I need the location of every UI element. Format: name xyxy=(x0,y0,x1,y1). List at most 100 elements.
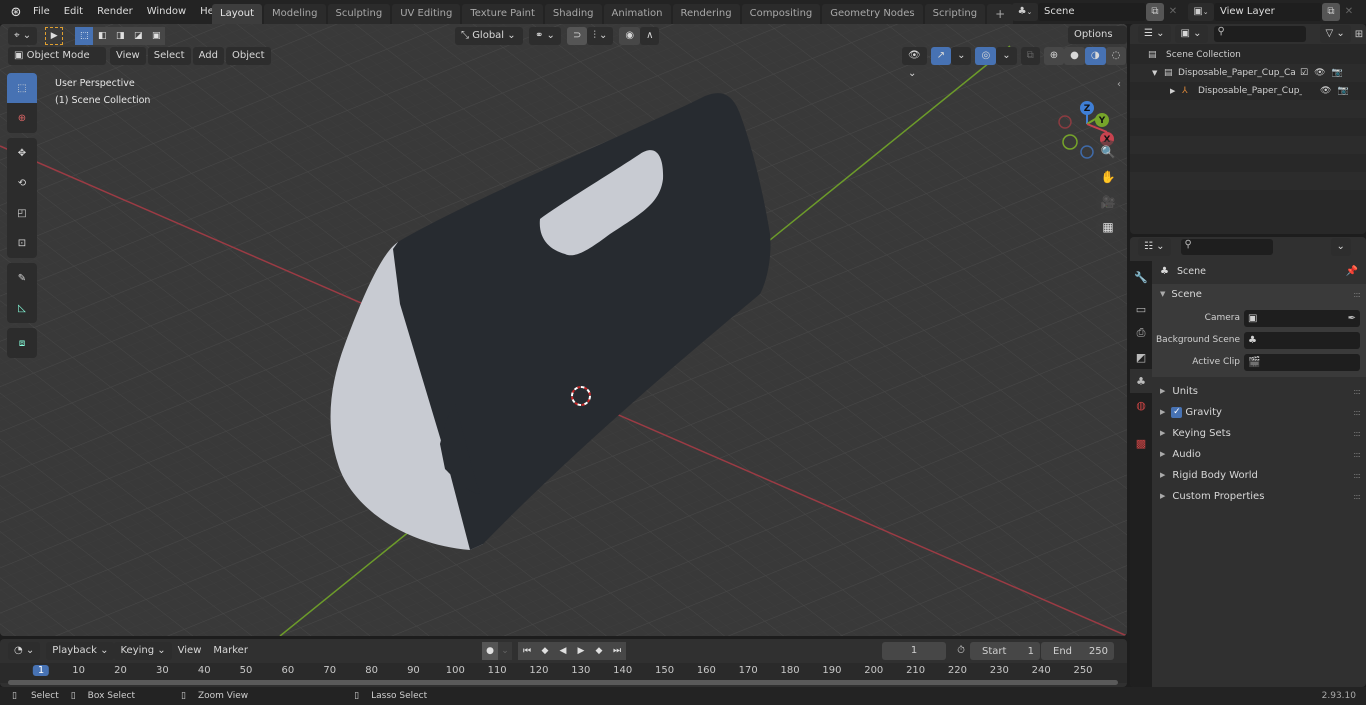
outliner-row-scene-collection[interactable]: ▤ Scene Collection xyxy=(1130,46,1366,64)
select-tool-indicator[interactable]: ▶ xyxy=(45,27,64,45)
tab-world[interactable]: ◍ xyxy=(1130,393,1152,417)
tab-shading[interactable]: Shading xyxy=(544,3,602,24)
select-mode-invert-button[interactable]: ◪ xyxy=(129,27,148,45)
properties-search-input[interactable]: ⚲ xyxy=(1180,239,1273,255)
scene-browse-button[interactable]: ♣ ⌄ xyxy=(1012,2,1038,21)
background-scene-field[interactable]: ♣ xyxy=(1244,331,1360,349)
outliner-row-object[interactable]: ▶ ⅄ Disposable_Paper_Cup_C 👁 📷 xyxy=(1130,82,1366,100)
tab-geometry-nodes[interactable]: Geometry Nodes xyxy=(822,3,923,24)
current-frame-marker[interactable]: 1 xyxy=(32,665,50,676)
scene-name-field[interactable]: Scene xyxy=(1038,2,1146,21)
select-mode-new-button[interactable]: ⬚ xyxy=(75,27,94,45)
properties-options-dropdown[interactable]: ⌄ xyxy=(1330,238,1351,256)
select-mode-subtract-button[interactable]: ◨ xyxy=(111,27,130,45)
view-layer-browse-button[interactable]: ▣ ⌄ xyxy=(1188,2,1214,21)
keying-dropdown[interactable]: Keying ⌄ xyxy=(114,642,172,660)
pin-icon[interactable]: 📌 xyxy=(1346,261,1358,282)
object-mode-dropdown[interactable]: ▣ Object Mode ⌄ xyxy=(8,47,106,79)
jump-next-keyframe-button[interactable]: ◆ xyxy=(590,642,608,660)
jump-to-end-button[interactable]: ⏭ xyxy=(608,642,626,660)
panel-header-rigid-body-world[interactable]: ▶ Rigid Body World:::: xyxy=(1152,465,1366,486)
tab-view-layer[interactable]: ◩ xyxy=(1130,345,1152,369)
pivot-point-dropdown[interactable]: ⚭ ⌄ xyxy=(529,27,561,45)
viewport-menu-object[interactable]: Object xyxy=(225,47,271,65)
sidebar-toggle[interactable]: ‹ xyxy=(1117,79,1121,90)
shading-solid-button[interactable]: ● xyxy=(1064,47,1085,65)
start-frame-field[interactable]: Start 1 xyxy=(970,642,1040,660)
timeline-menu-marker[interactable]: Marker xyxy=(207,642,254,660)
filter-dropdown[interactable]: ▽ ⌄ xyxy=(1319,25,1351,43)
menu-render[interactable]: Render xyxy=(90,1,140,23)
snap-target-dropdown[interactable]: ⫶ ⌄ xyxy=(587,27,614,45)
render-camera-icon[interactable]: 📷 xyxy=(1332,64,1343,82)
proportional-falloff-dropdown[interactable]: ∧ xyxy=(640,27,660,45)
drag-handle[interactable]: :::: xyxy=(1353,381,1361,402)
viewport-menu-add[interactable]: Add xyxy=(192,47,224,65)
drag-handle[interactable]: :::: xyxy=(1353,284,1361,305)
end-frame-field[interactable]: End 250 xyxy=(1041,642,1114,660)
outliner-editor-type-button[interactable]: ☰ ⌄ xyxy=(1138,25,1171,43)
tab-sculpting[interactable]: Sculpting xyxy=(327,3,391,24)
new-collection-button[interactable]: ⊞ xyxy=(1355,29,1363,40)
timeline-scrollbar[interactable] xyxy=(8,680,1118,685)
scene-copy-button[interactable]: ⧉ xyxy=(1146,2,1164,21)
drag-handle[interactable]: :::: xyxy=(1353,444,1361,465)
scene-remove-button[interactable]: ✕ xyxy=(1164,6,1182,17)
tab-tool[interactable]: 🔧 xyxy=(1130,265,1152,289)
tab-render[interactable]: ▭ xyxy=(1130,297,1152,321)
shading-material-button[interactable]: ◑ xyxy=(1084,47,1106,65)
drag-handle[interactable]: :::: xyxy=(1353,465,1361,486)
overlays-dropdown[interactable]: ⌄ xyxy=(996,47,1017,65)
zoom-view-button[interactable]: 🔍 xyxy=(1096,140,1120,164)
proportional-edit-toggle[interactable]: ◉ xyxy=(619,27,641,45)
shading-dropdown[interactable]: ⌄ xyxy=(1126,47,1127,65)
menu-window[interactable]: Window xyxy=(140,1,193,23)
camera-field[interactable]: ▣ ✒ xyxy=(1244,309,1360,327)
blender-logo-icon[interactable]: ⊛ xyxy=(6,5,26,20)
panel-header-gravity[interactable]: ▶ ✓ Gravity:::: xyxy=(1152,402,1366,423)
menu-file[interactable]: File xyxy=(26,1,57,23)
tool-cursor[interactable]: ⊕ xyxy=(7,103,37,133)
tool-select-box[interactable]: ⬚ xyxy=(7,73,37,103)
play-button[interactable]: ▶ xyxy=(572,642,590,660)
active-clip-field[interactable]: 🎬 xyxy=(1244,353,1360,371)
shading-rendered-button[interactable]: ◌ xyxy=(1105,47,1127,65)
outliner-row-collection[interactable]: ▼ ▤ Disposable_Paper_Cup_Carrie ☑ 👁 📷 xyxy=(1130,64,1366,82)
visibility-eye-icon[interactable]: 👁 xyxy=(1320,82,1331,100)
gizmo-dropdown[interactable]: ⌄ xyxy=(951,47,972,65)
play-reverse-button[interactable]: ◀ xyxy=(554,642,572,660)
transform-orientation-dropdown[interactable]: ⤡ Global ⌄ xyxy=(455,27,523,45)
panel-header-audio[interactable]: ▶ Audio:::: xyxy=(1152,444,1366,465)
tool-scale[interactable]: ◰ xyxy=(7,198,37,228)
3d-viewport[interactable]: Z Y X ⌖ ⌄ ▶ ⬚ ◧ ◨ ◪ ▣ ⤡ Global ⌄ ⚭ ⌄ ⊃ ⫶… xyxy=(0,24,1127,636)
current-frame-field[interactable]: 1 xyxy=(882,642,946,660)
exclude-checkbox[interactable]: ☑ xyxy=(1300,64,1308,82)
add-workspace-button[interactable]: + xyxy=(987,3,1014,24)
select-mode-intersect-button[interactable]: ▣ xyxy=(147,27,166,45)
xray-toggle[interactable]: ⧉ xyxy=(1020,47,1040,65)
jump-to-start-button[interactable]: ⏮ xyxy=(518,642,536,660)
pan-view-button[interactable]: ✋ xyxy=(1096,165,1120,189)
outliner-search-input[interactable]: ⚲ xyxy=(1213,26,1306,42)
drag-handle[interactable]: :::: xyxy=(1353,486,1361,507)
preview-range-toggle[interactable]: ⏱ xyxy=(953,642,969,660)
tab-layout[interactable]: Layout xyxy=(212,3,262,24)
tab-texture-paint[interactable]: Texture Paint xyxy=(462,3,543,24)
panel-header-keying-sets[interactable]: ▶ Keying Sets:::: xyxy=(1152,423,1366,444)
viewport-menu-select[interactable]: Select xyxy=(147,47,191,65)
auto-keying-dropdown[interactable]: ⌄ xyxy=(498,642,512,660)
menu-edit[interactable]: Edit xyxy=(57,1,90,23)
timeline-menu-view[interactable]: View xyxy=(172,642,208,660)
tool-rotate[interactable]: ⟲ xyxy=(7,168,37,198)
visibility-dropdown[interactable]: 👁 ⌄ xyxy=(902,47,927,79)
tab-compositing[interactable]: Compositing xyxy=(741,3,821,24)
tab-scripting[interactable]: Scripting xyxy=(924,3,986,24)
tool-move[interactable]: ✥ xyxy=(7,138,37,168)
tab-uv-editing[interactable]: UV Editing xyxy=(392,3,461,24)
auto-keying-toggle[interactable]: ● xyxy=(482,642,498,660)
tab-animation[interactable]: Animation xyxy=(603,3,671,24)
drag-handle[interactable]: :::: xyxy=(1353,402,1361,423)
render-camera-icon[interactable]: 📷 xyxy=(1337,82,1348,100)
visibility-eye-icon[interactable]: 👁 xyxy=(1314,64,1325,82)
tool-measure[interactable]: ◺ xyxy=(7,293,37,323)
